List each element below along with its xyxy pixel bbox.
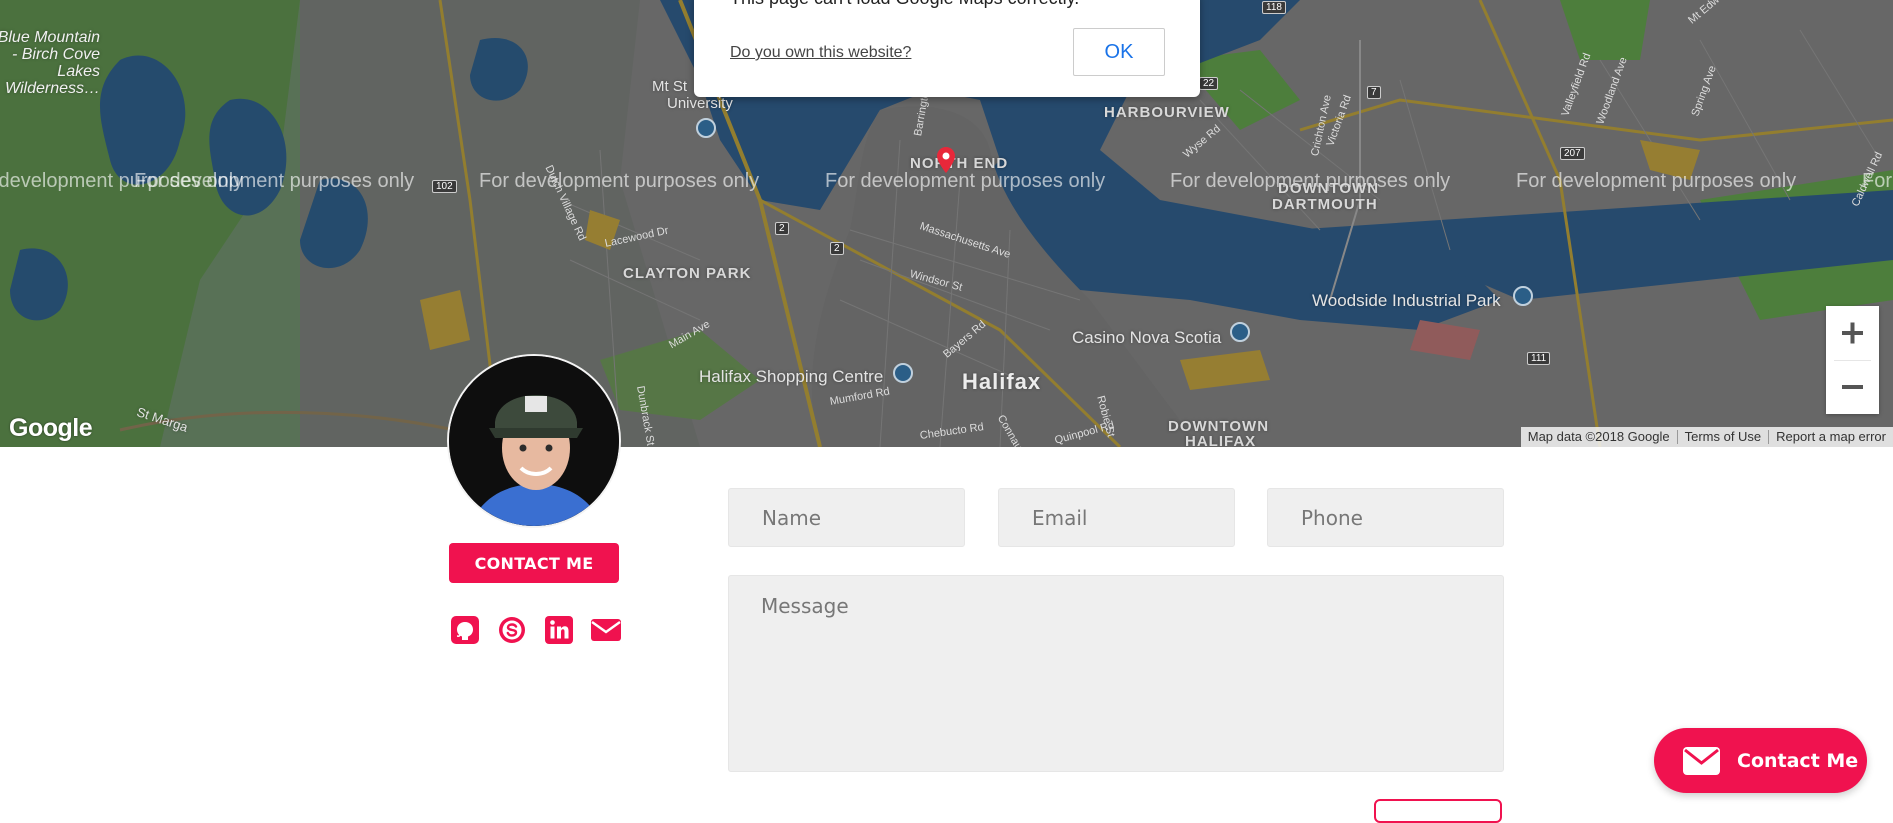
skype-icon xyxy=(499,617,525,643)
name-field[interactable] xyxy=(728,488,965,547)
submit-button[interactable] xyxy=(1374,799,1502,823)
dev-watermark: For development purposes only xyxy=(134,170,415,192)
social-links xyxy=(449,614,622,646)
fab-label: Contact Me xyxy=(1737,749,1859,772)
place-label: Woodside Industrial Park xyxy=(1312,291,1501,310)
highway-shield: 102 xyxy=(432,180,457,193)
place-label: Halifax xyxy=(962,369,1042,394)
envelope-icon xyxy=(591,619,621,641)
place-label: University xyxy=(667,95,733,112)
map-data-text: Map data ©2018 Google xyxy=(1521,430,1678,444)
highway-shield: 207 xyxy=(1560,147,1585,160)
highway-shield: 7 xyxy=(1367,86,1381,99)
highway-shield: 2 xyxy=(830,242,844,255)
dev-watermark: For development purposes only xyxy=(1516,170,1797,192)
place-label: DARTMOUTH xyxy=(1272,196,1378,213)
place-label: HALIFAX xyxy=(1185,433,1257,447)
google-map[interactable]: For development purposes only For develo… xyxy=(0,0,1893,447)
zoom-divider xyxy=(1834,360,1871,361)
dialog-message: This page can't load Google Maps correct… xyxy=(730,0,1079,9)
report-error-link[interactable]: Report a map error xyxy=(1769,430,1893,444)
highway-shield: 2 xyxy=(775,222,789,235)
envelope-icon xyxy=(1683,746,1720,775)
phone-field[interactable] xyxy=(1267,488,1504,547)
poi-industrial-icon xyxy=(1513,286,1533,306)
place-label: Halifax Shopping Centre xyxy=(699,367,884,386)
terms-link[interactable]: Terms of Use xyxy=(1678,430,1770,444)
highway-shield: 118 xyxy=(1262,1,1286,14)
place-label: NORTH END xyxy=(910,155,1009,172)
github-icon xyxy=(451,616,479,644)
poi-casino-icon xyxy=(1230,322,1250,342)
place-label: CLAYTON PARK xyxy=(623,265,752,282)
highway-shield: 22 xyxy=(1199,77,1219,90)
poi-university-icon xyxy=(696,118,716,138)
avatar xyxy=(447,354,621,528)
minus-icon xyxy=(1842,385,1863,389)
highway-shield: 111 xyxy=(1527,352,1551,365)
map-marker-icon[interactable] xyxy=(937,147,955,173)
own-website-link[interactable]: Do you own this website? xyxy=(730,44,911,62)
profile-photo xyxy=(449,356,619,526)
place-label: HARBOURVIEW xyxy=(1104,104,1230,121)
zoom-control xyxy=(1826,306,1879,414)
map-attribution: Map data ©2018 Google Terms of Use Repor… xyxy=(1520,427,1893,447)
linkedin-icon xyxy=(545,616,573,644)
email-field[interactable] xyxy=(998,488,1235,547)
poi-shopping-icon xyxy=(893,363,913,383)
plus-icon xyxy=(1842,322,1863,344)
place-label: DOWNTOWN xyxy=(1278,180,1380,197)
place-label: Casino Nova Scotia xyxy=(1072,328,1222,347)
zoom-in-button[interactable] xyxy=(1826,306,1879,360)
dev-watermark: For development purposes only xyxy=(825,170,1106,192)
place-label: Mt St xyxy=(652,78,688,95)
skype-link[interactable] xyxy=(496,614,528,646)
place-label: Blue Mountain - Birch Cove Lakes Wildern… xyxy=(0,29,100,97)
zoom-out-button[interactable] xyxy=(1826,360,1879,414)
contact-me-button[interactable]: CONTACT ME xyxy=(449,543,619,583)
github-link[interactable] xyxy=(449,614,481,646)
email-link[interactable] xyxy=(590,614,622,646)
contact-me-fab[interactable]: Contact Me xyxy=(1654,728,1867,793)
maps-error-dialog: This page can't load Google Maps correct… xyxy=(694,0,1200,97)
message-field[interactable] xyxy=(728,575,1504,772)
linkedin-link[interactable] xyxy=(543,614,575,646)
dev-watermark: For development purposes only xyxy=(479,170,760,192)
ok-button[interactable]: OK xyxy=(1073,28,1165,76)
google-logo: Google xyxy=(9,414,93,442)
